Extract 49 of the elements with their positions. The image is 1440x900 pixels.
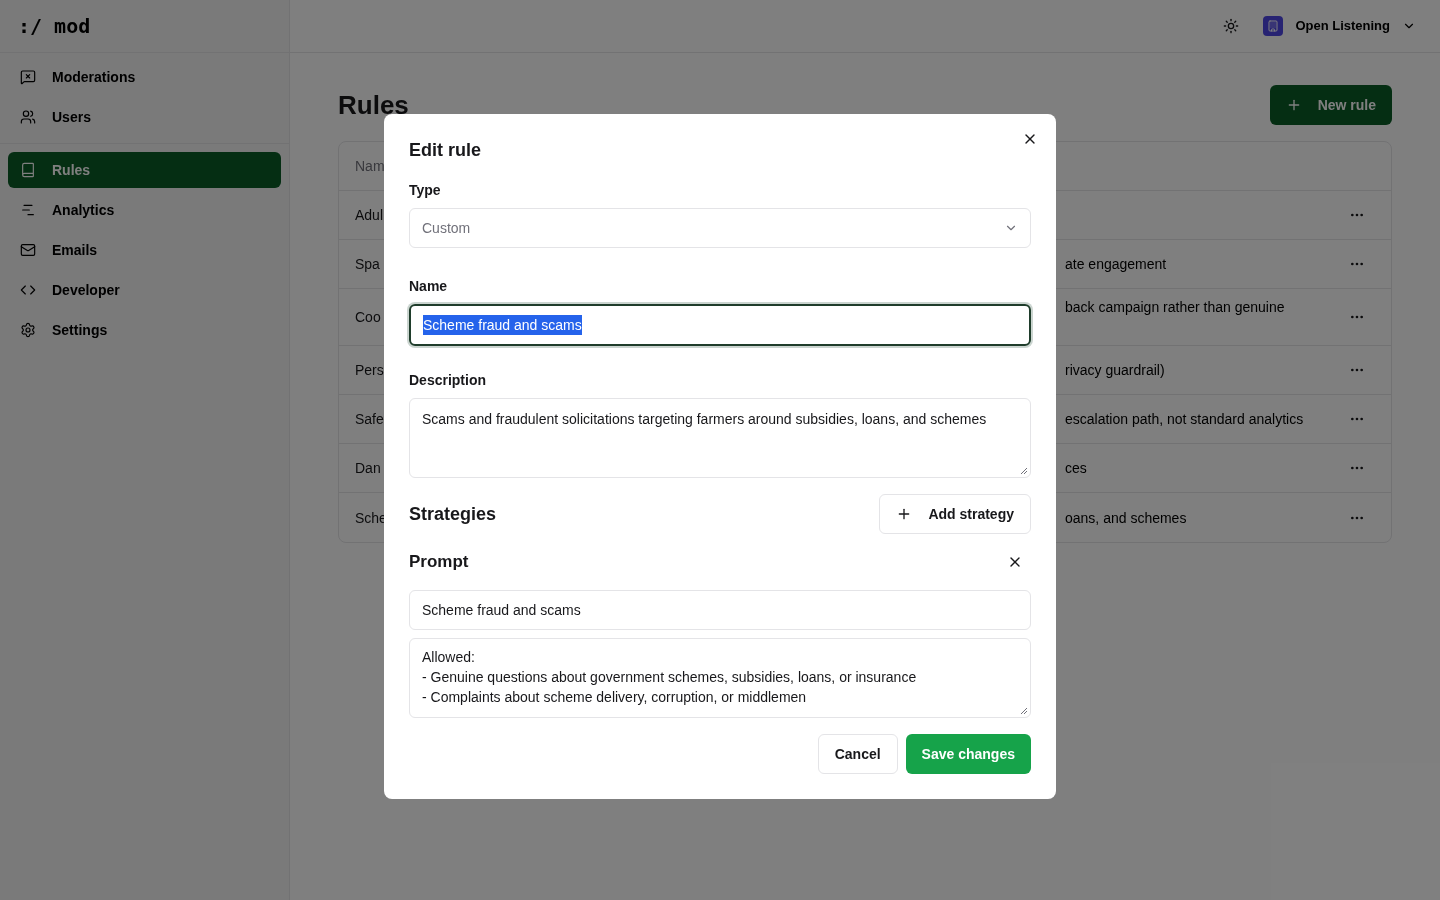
table-cell: ces <box>1065 460 1087 476</box>
sidebar-item[interactable]: Settings <box>8 312 281 348</box>
page-title: Rules <box>338 88 409 122</box>
type-select[interactable]: Custom <box>409 208 1031 248</box>
workspace-switcher[interactable]: Open Listening <box>1263 16 1416 36</box>
sidebar-item[interactable]: Emails <box>8 232 281 268</box>
theme-toggle-icon[interactable] <box>1223 18 1240 34</box>
table-cell: oans, and schemes <box>1065 509 1187 526</box>
chart-icon <box>20 202 36 218</box>
add-strategy-button[interactable]: Add strategy <box>879 494 1031 534</box>
code-icon <box>20 282 36 298</box>
message-x-icon <box>20 69 36 85</box>
strategy-name-field[interactable]: Scheme fraud and scams <box>409 590 1031 631</box>
table-cell: ate engagement <box>1065 256 1167 272</box>
sidebar-item[interactable]: Users <box>8 99 281 135</box>
logo: :/ mod <box>18 13 91 40</box>
name-field[interactable]: Scheme fraud and scams <box>409 304 1031 346</box>
field-label: Description <box>409 371 487 390</box>
building-icon <box>1263 16 1284 36</box>
table-cell-text: Adul <box>354 206 385 225</box>
table-cell: rivacy guardrail) <box>1065 362 1165 378</box>
sidebar-item[interactable]: Analytics <box>8 192 281 228</box>
description-field[interactable]: Scams and fraudulent solicitations targeting farmers around subsidies, loans, and schemes <box>409 398 1031 478</box>
table-cell-text: Spa <box>354 255 381 274</box>
table-cell-text: Coo <box>354 308 382 327</box>
strategies-heading: Strategies <box>409 503 497 526</box>
sidebar-item[interactable]: Moderations <box>8 59 281 95</box>
sidebar-item[interactable]: Rules <box>8 152 281 188</box>
table-cell-text: Safe <box>354 410 385 429</box>
save-button[interactable]: Save changes <box>905 734 1031 775</box>
field-label: Type <box>409 181 442 200</box>
dialog-title: Edit rule <box>409 139 482 162</box>
field-label: Name <box>409 277 449 296</box>
column-header: Nam <box>355 157 385 176</box>
settings-icon <box>20 322 36 338</box>
table-cell-text: Pers <box>354 361 385 380</box>
sidebar-item[interactable]: Developer <box>8 272 281 308</box>
users-icon <box>20 109 36 125</box>
mail-icon <box>20 242 36 258</box>
strategy-title: Prompt <box>409 551 469 573</box>
book-icon <box>20 162 36 178</box>
new-rule-button[interactable]: New rule <box>1269 85 1392 125</box>
resize-handle-icon[interactable] <box>1020 467 1028 475</box>
table-cell: back campaign rather than genuine <box>1065 299 1285 315</box>
prompt-field[interactable]: Allowed: - Genuine questions about government schemes, subsidies, loans, or insurance - Complaints about scheme delivery, corruption, or middlemen <box>409 638 1031 719</box>
resize-handle-icon[interactable] <box>1020 707 1028 716</box>
cancel-button[interactable]: Cancel <box>817 734 898 775</box>
table-cell: escalation path, not standard analytics <box>1065 411 1304 427</box>
table-cell-text: Dan <box>354 459 382 478</box>
